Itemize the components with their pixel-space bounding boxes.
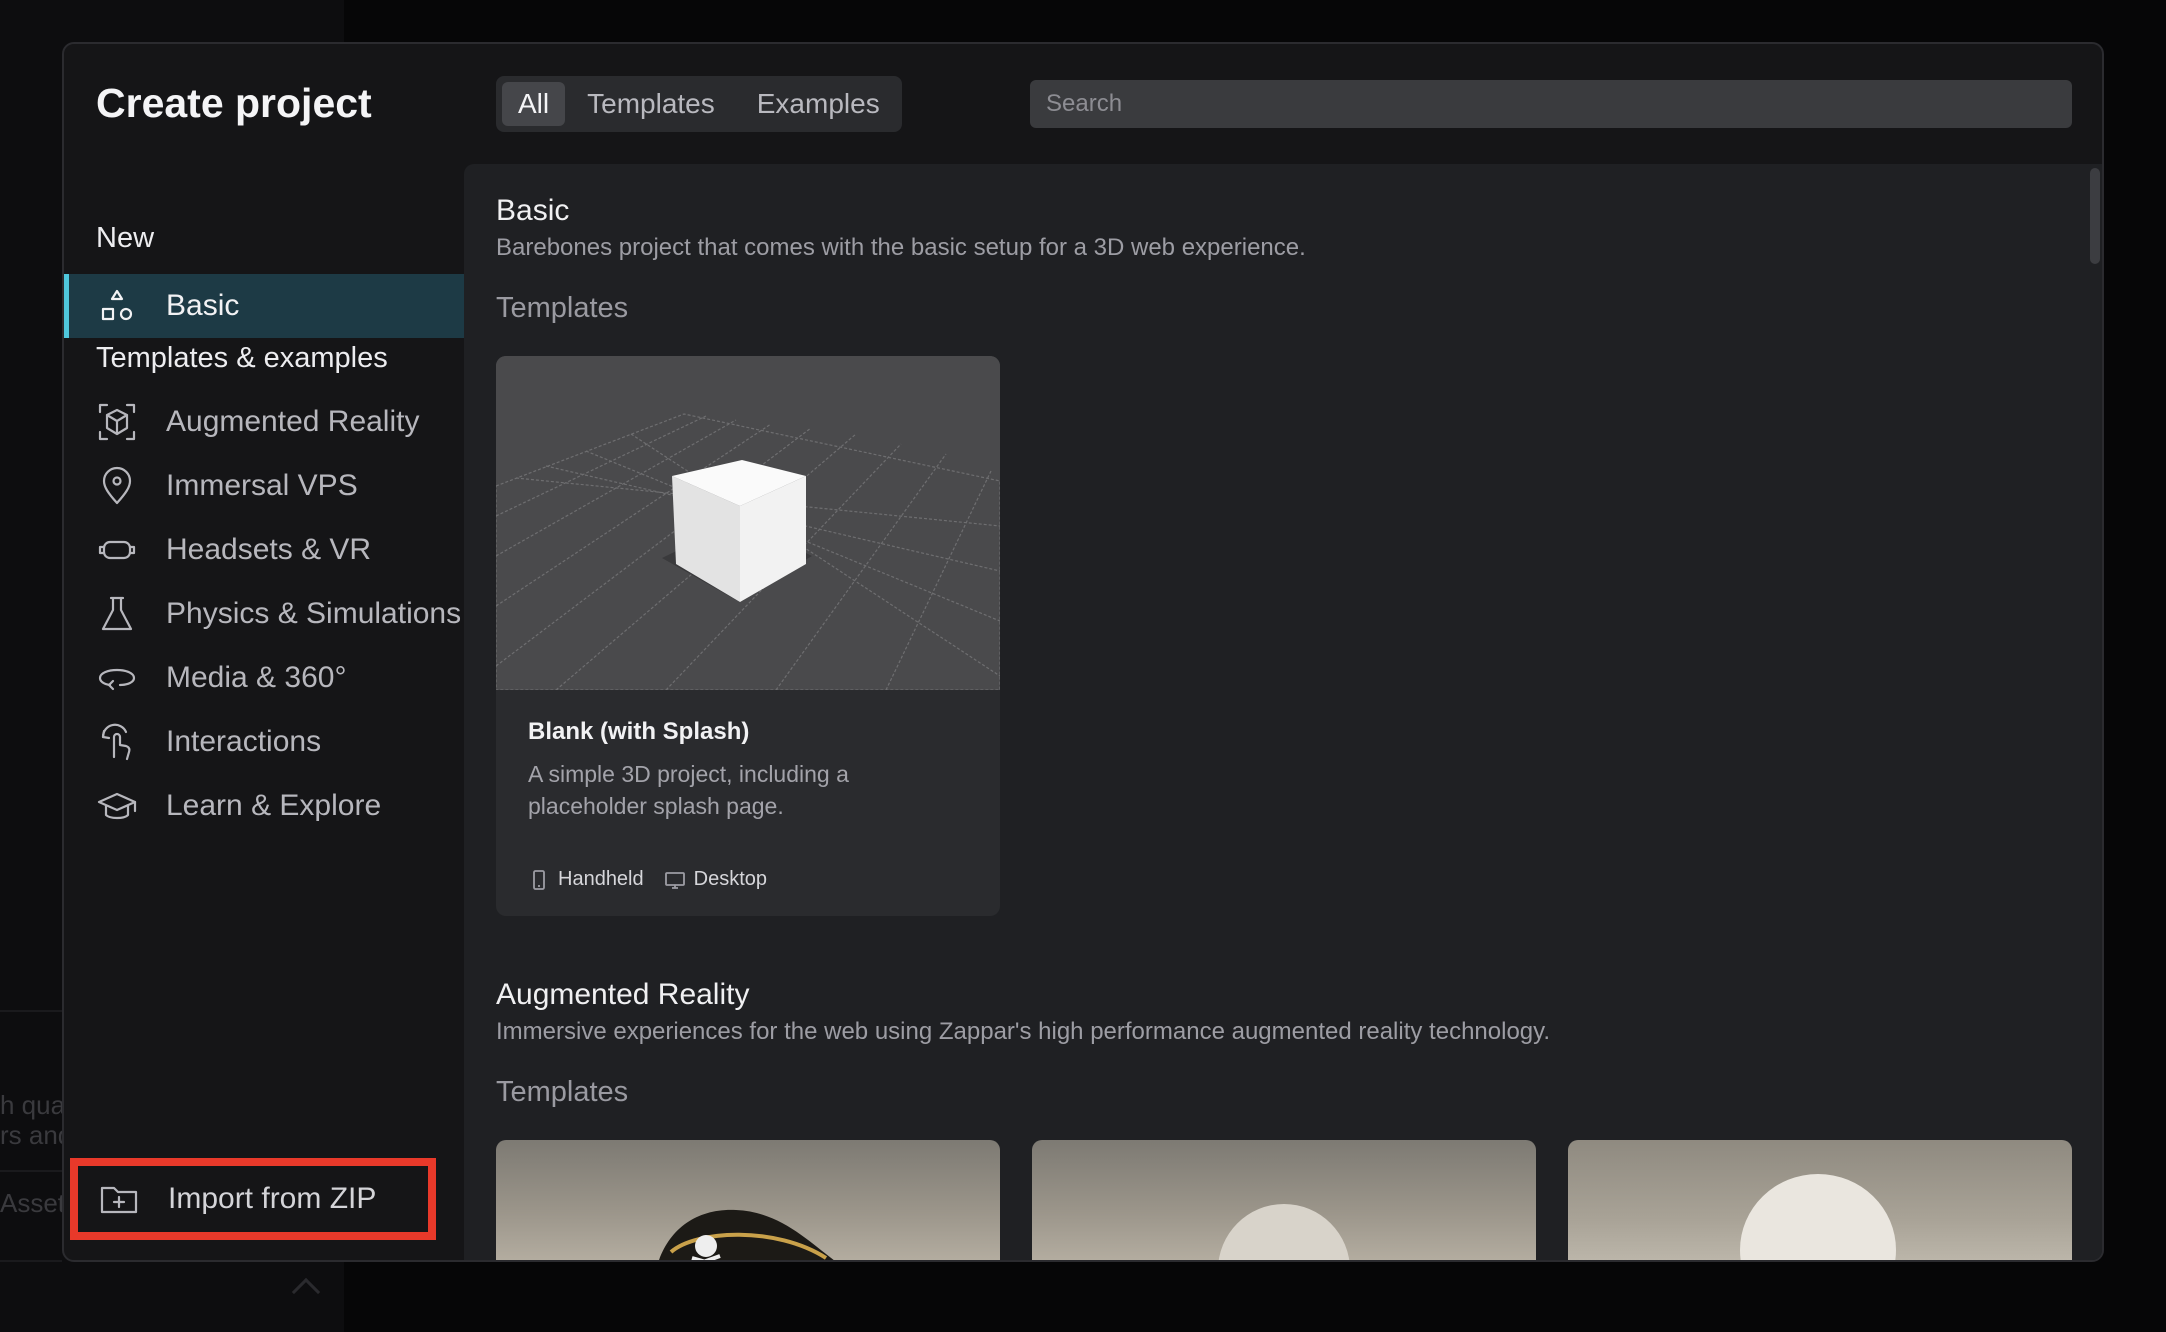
import-from-zip-label: Import from ZIP (168, 1182, 377, 1215)
tab-templates[interactable]: Templates (567, 82, 735, 126)
sidebar-item-media-360[interactable]: Media & 360° (64, 646, 464, 710)
card-title: Blank (with Splash) (528, 718, 750, 745)
section-description: Barebones project that comes with the ba… (496, 234, 1306, 261)
tag-desktop: Desktop (664, 868, 767, 891)
card-description: A simple 3D project, including a placeho… (528, 761, 849, 819)
scrollbar-thumb[interactable] (2090, 168, 2100, 264)
sidebar-item-interactions[interactable]: Interactions (64, 710, 464, 774)
create-project-modal: Create project All Templates Examples Ne… (62, 42, 2104, 1262)
section-subheading: Templates (496, 1076, 629, 1108)
sidebar-item-headsets-vr[interactable]: Headsets & VR (64, 518, 464, 582)
monitor-icon (664, 871, 685, 889)
sidebar-item-augmented-reality[interactable]: Augmented Reality (64, 390, 464, 454)
tab-all[interactable]: All (502, 82, 566, 126)
template-card-ar-face[interactable] (1032, 1140, 1536, 1260)
graduation-cap-icon (96, 785, 138, 827)
section-description: Immersive experiences for the web using … (496, 1018, 1551, 1045)
section-title-augmented-reality: Augmented Reality (496, 978, 750, 1011)
sidebar-item-physics-simulations[interactable]: Physics & Simulations (64, 582, 464, 646)
section-title-basic: Basic (496, 194, 570, 227)
background-text-fragment: Asset (0, 1188, 66, 1218)
template-card-blank-with-splash[interactable]: Blank (with Splash) A simple 3D project,… (496, 356, 1000, 916)
tap-gesture-icon (96, 721, 138, 763)
search-input[interactable] (1030, 80, 2072, 128)
sidebar-item-basic[interactable]: Basic (64, 274, 464, 338)
card-thumbnail (496, 356, 1000, 690)
chevron-up-icon[interactable] (291, 1277, 321, 1307)
background-text-fragment: h qual (0, 1090, 71, 1120)
sidebar-section-new: New (96, 222, 155, 254)
sidebar: New Basic Templates & examples Augmented… (64, 164, 464, 1260)
filter-tabs: All Templates Examples (496, 76, 902, 132)
card-tags: Handheld Desktop (528, 868, 787, 891)
import-from-zip-button[interactable]: Import from ZIP (70, 1158, 436, 1240)
project-list: Basic Barebones project that comes with … (464, 164, 2102, 1260)
template-card-ar-pirate-hat[interactable] (496, 1140, 1000, 1260)
sidebar-item-label: Physics & Simulations (166, 597, 462, 630)
flask-icon (96, 593, 138, 635)
background-divider (0, 1170, 62, 1172)
tag-label: Handheld (558, 868, 644, 890)
sidebar-item-label: Interactions (166, 725, 322, 758)
background-divider (0, 1010, 62, 1012)
modal-title: Create project (96, 80, 372, 126)
tag-handheld: Handheld (528, 868, 644, 891)
sidebar-item-label: Headsets & VR (166, 533, 372, 566)
folder-plus-icon (98, 1178, 140, 1220)
template-card-ar-head[interactable] (1568, 1140, 2072, 1260)
sidebar-item-label: Learn & Explore (166, 789, 382, 822)
phone-icon (533, 869, 545, 890)
background-divider (0, 1260, 62, 1262)
sidebar-item-label: Augmented Reality (166, 405, 420, 438)
tab-examples[interactable]: Examples (737, 82, 900, 126)
sidebar-section-templates: Templates & examples (96, 342, 388, 374)
section-subheading: Templates (496, 292, 629, 324)
shapes-icon (96, 285, 138, 327)
sidebar-item-immersal-vps[interactable]: Immersal VPS (64, 454, 464, 518)
rotate-360-icon (96, 657, 138, 699)
sidebar-item-label: Media & 360° (166, 661, 347, 694)
ar-cube-icon (96, 401, 138, 443)
sidebar-item-label: Basic (166, 289, 240, 322)
sidebar-item-learn-explore[interactable]: Learn & Explore (64, 774, 464, 838)
map-pin-icon (96, 465, 138, 507)
vr-headset-icon (96, 529, 138, 571)
tag-label: Desktop (693, 868, 767, 890)
sidebar-item-label: Immersal VPS (166, 469, 358, 502)
